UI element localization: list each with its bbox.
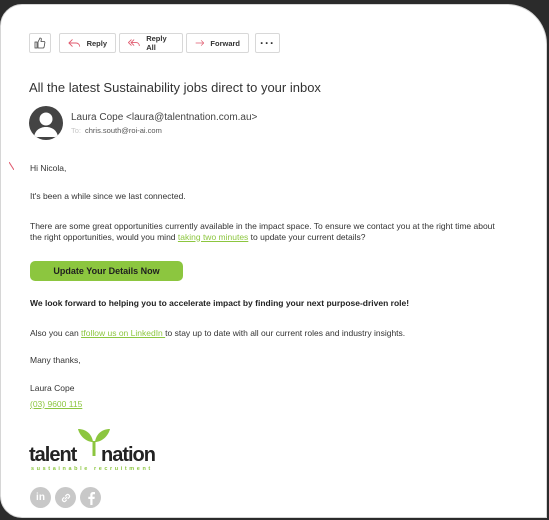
reply-all-button[interactable]: Reply All — [119, 33, 183, 53]
more-icon: ··· — [260, 36, 275, 50]
reply-button[interactable]: Reply — [59, 33, 116, 53]
taking-two-minutes-link[interactable]: taking two minutes — [178, 232, 248, 242]
chain-link-icon — [61, 493, 70, 502]
logo-word-talent: talent — [29, 444, 77, 466]
sender-avatar — [29, 106, 63, 140]
logo-word-nation: nation — [101, 444, 156, 466]
signature-phone: (03) 9600 115 — [30, 399, 82, 410]
paragraph-accelerate: We look forward to helping you to accele… — [30, 298, 410, 308]
email-toolbar: Reply Reply All Forward ··· — [29, 33, 280, 53]
forward-label: Forward — [210, 38, 240, 48]
paragraph-linkedin-tail: to stay up to date with all our current … — [165, 328, 406, 338]
paragraph-intro: It's been a while since we last connecte… — [30, 191, 186, 201]
linkedin-glyph: in — [36, 492, 45, 503]
forward-arrow-icon — [195, 40, 205, 46]
reply-label: Reply — [86, 38, 107, 48]
thumbs-up-icon — [34, 37, 46, 49]
talent-nation-logo: talent nation sustainable recruitment — [29, 427, 179, 475]
edge-marker-icon — [9, 162, 14, 170]
paragraph-linkedin-text: Also you can — [30, 328, 82, 338]
greeting: Hi Nicola, — [30, 163, 67, 173]
facebook-icon[interactable] — [80, 487, 101, 508]
paragraph-opportunities: There are some great opportunities curre… — [30, 221, 500, 242]
recipient-line: To: chris.south@roi-ai.com — [71, 126, 162, 135]
to-label: To: — [71, 126, 82, 135]
reply-all-icon — [128, 39, 140, 47]
more-options-button[interactable]: ··· — [255, 33, 280, 53]
paragraph-linkedin: Also you can tfollow us on LinkedIn to s… — [30, 328, 405, 339]
paragraph-opportunities-tail: to update your current details? — [248, 231, 366, 242]
logo-tagline: sustainable recruitment — [31, 466, 153, 472]
person-icon — [34, 112, 58, 137]
reply-all-label: Reply All — [146, 34, 167, 52]
reply-icon — [68, 39, 81, 47]
facebook-f-icon — [87, 491, 95, 505]
linkedin-follow-link[interactable]: tfollow us on LinkedIn — [81, 328, 165, 338]
phone-link[interactable]: (03) 9600 115 — [30, 399, 82, 409]
sender-address: Laura Cope <laura@talentnation.com.au> — [71, 112, 258, 123]
email-window: Reply Reply All Forward ··· All the late… — [0, 4, 547, 518]
website-link-icon[interactable] — [55, 487, 76, 508]
like-button[interactable] — [29, 33, 51, 53]
linkedin-icon[interactable]: in — [30, 487, 51, 508]
recipient-address: chris.south@roi-ai.com — [85, 126, 162, 135]
signature-name: Laura Cope — [30, 383, 75, 393]
social-links: in — [30, 487, 101, 508]
update-details-button[interactable]: Update Your Details Now — [30, 261, 183, 281]
email-subject: All the latest Sustainability jobs direc… — [29, 80, 321, 95]
signoff: Many thanks, — [30, 355, 81, 365]
forward-button[interactable]: Forward — [186, 33, 249, 53]
